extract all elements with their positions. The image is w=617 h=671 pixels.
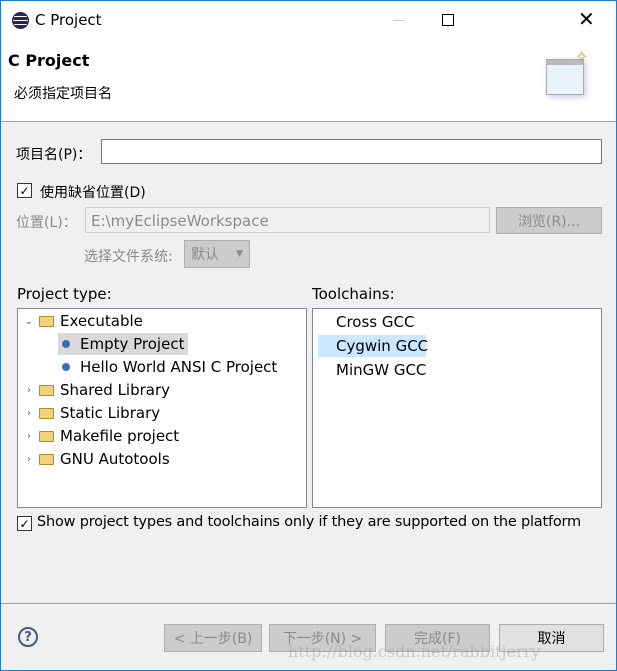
use-default-location-checkbox[interactable]: ✓	[17, 183, 32, 198]
sparkle-icon: ✧	[575, 47, 589, 66]
folder-icon	[39, 384, 54, 396]
maximize-button[interactable]	[442, 14, 454, 26]
filesystem-label: 选择文件系统:	[84, 249, 173, 265]
tree-item-label: Empty Project	[80, 335, 185, 353]
browse-button[interactable]: 浏览(R)...	[496, 207, 602, 234]
tree-item-label: Makefile project	[60, 427, 180, 445]
tree-item-hello-world[interactable]: Hello World ANSI C Project	[62, 356, 277, 378]
chevron-right-icon: ›	[27, 430, 31, 442]
tree-item-static-library[interactable]: › Static Library	[23, 402, 160, 424]
project-type-label: Project type:	[17, 285, 112, 303]
project-type-icon	[62, 363, 70, 371]
minimize-button[interactable]	[393, 20, 405, 21]
location-input[interactable]: E:\myEclipseWorkspace	[85, 207, 490, 233]
watermark: http://blog.csdn.net/rabbitjerry	[288, 642, 541, 661]
use-default-location-label: 使用缺省位置(D)	[40, 185, 146, 201]
filesystem-select[interactable]: 默认 ▼	[184, 240, 250, 268]
toolchains-list[interactable]: Cross GCC Cygwin GCC MinGW GCC	[312, 308, 602, 508]
project-type-icon	[62, 340, 70, 348]
toolchain-item[interactable]: MinGW GCC	[336, 359, 426, 381]
show-supported-label: Show project types and toolchains only i…	[37, 514, 581, 530]
window-title: C Project	[35, 11, 102, 29]
tree-item-label: Hello World ANSI C Project	[80, 358, 278, 376]
project-type-tree[interactable]: ⌄ Executable Empty Project Hello World AN…	[17, 308, 307, 508]
folder-icon	[39, 430, 54, 442]
toolchain-item[interactable]: Cross GCC	[336, 311, 414, 333]
chevron-down-icon: ⌄	[24, 315, 34, 327]
toolchains-label: Toolchains:	[312, 285, 395, 303]
chevron-right-icon: ›	[27, 407, 31, 419]
dialog-window: C Project ✕ C Project 必须指定项目名 ✧ 项目名(P)： …	[0, 0, 617, 671]
folder-icon	[39, 407, 54, 419]
tree-item-makefile-project[interactable]: › Makefile project	[23, 425, 179, 447]
close-button[interactable]: ✕	[578, 7, 595, 31]
tree-item-gnu-autotools[interactable]: › GNU Autotools	[23, 448, 170, 470]
back-button[interactable]: < 上一步(B)	[164, 624, 262, 652]
help-icon[interactable]: ?	[18, 627, 38, 647]
filesystem-value: 默认	[191, 247, 219, 263]
tree-item-shared-library[interactable]: › Shared Library	[23, 379, 170, 401]
chevron-right-icon: ›	[27, 453, 31, 465]
tree-item-label: Static Library	[60, 404, 161, 422]
title-bar: C Project ✕	[1, 1, 616, 41]
footer-divider	[1, 603, 616, 604]
page-title: C Project	[8, 51, 90, 70]
wizard-header: C Project 必须指定项目名 ✧	[1, 41, 616, 122]
chevron-right-icon: ›	[27, 384, 31, 396]
tree-item-empty-project[interactable]: Empty Project	[58, 333, 189, 355]
tree-item-label: Executable	[60, 312, 143, 330]
tree-item-label: Shared Library	[60, 381, 171, 399]
tree-item-executable[interactable]: ⌄ Executable	[23, 310, 143, 332]
location-label: 位置(L)：	[16, 215, 77, 231]
page-message: 必须指定项目名	[14, 86, 112, 102]
folder-icon	[39, 453, 54, 465]
eclipse-icon	[12, 12, 29, 29]
folder-open-icon	[39, 315, 54, 327]
show-supported-checkbox[interactable]: ✓	[17, 516, 32, 531]
chevron-down-icon: ▼	[236, 249, 243, 259]
project-name-input[interactable]	[101, 139, 602, 164]
tree-item-label: GNU Autotools	[60, 450, 170, 468]
toolchain-item-selected[interactable]: Cygwin GCC	[318, 335, 428, 357]
project-name-label: 项目名(P)：	[16, 147, 92, 163]
